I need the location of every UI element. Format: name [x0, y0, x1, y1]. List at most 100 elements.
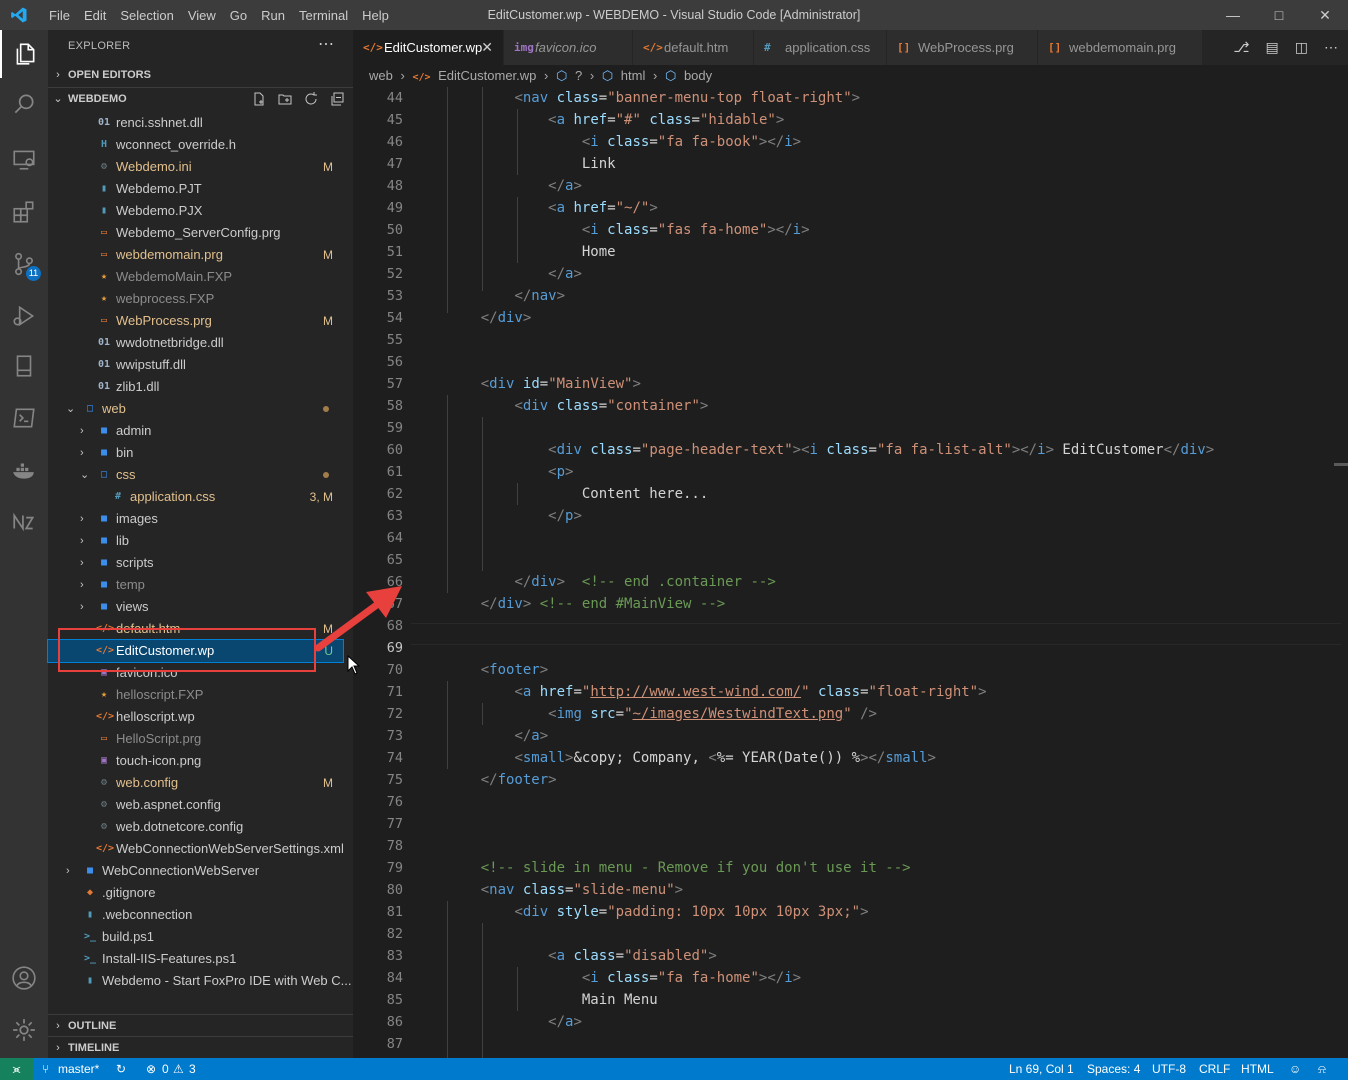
- tree-folder[interactable]: › ■ temp: [48, 574, 343, 596]
- docker-activity[interactable]: [0, 446, 48, 494]
- code-line[interactable]: Home: [447, 241, 1327, 263]
- code-line[interactable]: [447, 1033, 1327, 1055]
- code-line[interactable]: Main Menu: [447, 989, 1327, 1011]
- menu-run[interactable]: Run: [254, 8, 292, 23]
- code-line[interactable]: <small>&copy; Company, <%= YEAR(Date()) …: [447, 747, 1327, 769]
- code-line[interactable]: [447, 637, 1327, 659]
- tree-file[interactable]: </> helloscript.wp: [48, 706, 343, 728]
- breadcrumb-symbol-unknown[interactable]: ?: [575, 68, 582, 83]
- code-line[interactable]: [447, 791, 1327, 813]
- code-line[interactable]: <nav class="banner-menu-top float-right"…: [447, 87, 1327, 109]
- tree-file[interactable]: ▭ webdemomain.prg M: [48, 244, 343, 266]
- tree-folder[interactable]: › ■ scripts: [48, 552, 343, 574]
- chevron-down-icon[interactable]: ⌄: [80, 464, 90, 486]
- indentation[interactable]: Spaces: 4: [1087, 1058, 1140, 1080]
- code-line[interactable]: <i class="fa fa-home"></i>: [447, 967, 1327, 989]
- menu-view[interactable]: View: [181, 8, 223, 23]
- tab-webprocess-prg[interactable]: [] WebProcess.prg: [887, 30, 1038, 65]
- code-line[interactable]: [447, 549, 1327, 571]
- tree-folder[interactable]: ⌄ □ web: [48, 398, 343, 420]
- code-line[interactable]: </a>: [447, 725, 1327, 747]
- code-line[interactable]: Content here...: [447, 483, 1327, 505]
- menu-go[interactable]: Go: [223, 8, 254, 23]
- tree-folder[interactable]: › ■ views: [48, 596, 343, 618]
- new-folder-icon[interactable]: [277, 91, 293, 107]
- sync-icon[interactable]: ↻: [116, 1058, 126, 1080]
- search-activity[interactable]: [0, 80, 48, 128]
- menu-edit[interactable]: Edit: [77, 8, 113, 23]
- code-line[interactable]: </a>: [447, 1011, 1327, 1033]
- tree-folder[interactable]: ⌄ □ css: [48, 464, 343, 486]
- tree-file[interactable]: ▮ Webdemo.PJX: [48, 200, 343, 222]
- minimize-button[interactable]: —: [1210, 0, 1256, 30]
- chevron-right-icon[interactable]: ›: [80, 420, 90, 442]
- tree-file[interactable]: ◆ .gitignore: [48, 882, 343, 904]
- code-line[interactable]: </div> <!-- end #MainView -->: [447, 593, 1327, 615]
- code-line[interactable]: </nav>: [447, 285, 1327, 307]
- explorer-activity[interactable]: [0, 30, 48, 78]
- chevron-right-icon[interactable]: ›: [80, 574, 90, 596]
- code-line[interactable]: [447, 835, 1327, 857]
- code-line[interactable]: </a>: [447, 175, 1327, 197]
- tree-file[interactable]: >_ Install-IIS-Features.ps1: [48, 948, 343, 970]
- split-editor-icon[interactable]: ◫: [1295, 39, 1308, 56]
- breadcrumb-html[interactable]: html: [621, 68, 646, 83]
- tree-file[interactable]: ▭ Webdemo_ServerConfig.prg: [48, 222, 343, 244]
- code-line[interactable]: [447, 329, 1327, 351]
- tree-file[interactable]: 01 zlib1.dll: [48, 376, 343, 398]
- tree-file[interactable]: ▮ Webdemo.PJT: [48, 178, 343, 200]
- tree-folder[interactable]: › ■ bin: [48, 442, 343, 464]
- encoding[interactable]: UTF-8: [1152, 1058, 1186, 1080]
- menu-file[interactable]: File: [42, 8, 77, 23]
- code-line[interactable]: </div>: [447, 307, 1327, 329]
- chevron-right-icon[interactable]: ›: [66, 860, 76, 882]
- breadcrumb-file[interactable]: EditCustomer.wp: [438, 68, 536, 83]
- tab-favicon-ico[interactable]: img favicon.ico: [504, 30, 633, 65]
- remote-indicator[interactable]: ⪤: [0, 1058, 33, 1080]
- code-line[interactable]: </a>: [447, 263, 1327, 285]
- code-line[interactable]: <div id="MainView">: [447, 373, 1327, 395]
- tab-editcustomer-wp[interactable]: </> EditCustomer.wp ✕: [353, 30, 504, 65]
- outline-section[interactable]: › OUTLINE: [48, 1014, 353, 1037]
- tree-file[interactable]: ▣ touch-icon.png: [48, 750, 343, 772]
- chevron-right-icon[interactable]: ›: [80, 552, 90, 574]
- extensions-activity[interactable]: [0, 188, 48, 236]
- settings-activity[interactable]: [0, 1006, 48, 1054]
- code-line[interactable]: <nav class="slide-menu">: [447, 879, 1327, 901]
- code-line[interactable]: <i class="fa fa-book"></i>: [447, 131, 1327, 153]
- tab-webdemomain-prg[interactable]: [] webdemomain.prg: [1038, 30, 1203, 65]
- source-control-activity[interactable]: 11: [0, 240, 48, 288]
- extension-n-activity[interactable]: [0, 498, 48, 546]
- language-mode[interactable]: HTML: [1241, 1058, 1274, 1080]
- tree-file[interactable]: ★ helloscript.FXP: [48, 684, 343, 706]
- tree-file[interactable]: ★ webprocess.FXP: [48, 288, 343, 310]
- code-line[interactable]: <i class="fas fa-home"></i>: [447, 219, 1327, 241]
- code-line[interactable]: [447, 923, 1327, 945]
- run-debug-activity[interactable]: [0, 292, 48, 340]
- more-actions-icon[interactable]: ⋯: [318, 34, 334, 54]
- code-line[interactable]: Link: [447, 153, 1327, 175]
- code-line[interactable]: [447, 417, 1327, 439]
- more-actions-icon[interactable]: ⋯: [1324, 39, 1338, 56]
- code-line[interactable]: <p>: [447, 461, 1327, 483]
- open-changes-icon[interactable]: ⎇: [1233, 39, 1249, 56]
- bell-icon[interactable]: ⍾: [1318, 1058, 1326, 1080]
- tree-file[interactable]: ⚙ Webdemo.ini M: [48, 156, 343, 178]
- tree-folder[interactable]: › ■ admin: [48, 420, 343, 442]
- code-line[interactable]: [447, 615, 1327, 637]
- code-line[interactable]: <a href="http://www.west-wind.com/" clas…: [447, 681, 1327, 703]
- remote-explorer-activity[interactable]: [0, 135, 48, 183]
- warning-count[interactable]: 3: [189, 1058, 196, 1080]
- cursor-position[interactable]: Ln 69, Col 1: [1009, 1058, 1074, 1080]
- device-activity[interactable]: [0, 342, 48, 390]
- code-line[interactable]: </footer>: [447, 769, 1327, 791]
- tree-file[interactable]: Hwconnect_override.h: [48, 134, 343, 156]
- error-count[interactable]: 0: [162, 1058, 169, 1080]
- close-tab-icon[interactable]: ✕: [481, 30, 493, 65]
- tree-file[interactable]: ▭ WebProcess.prg M: [48, 310, 343, 332]
- tree-file[interactable]: ⚙ web.aspnet.config: [48, 794, 343, 816]
- tree-file[interactable]: 01 renci.sshnet.dll: [48, 112, 343, 134]
- menu-help[interactable]: Help: [355, 8, 396, 23]
- code-line[interactable]: </p>: [447, 505, 1327, 527]
- refresh-icon[interactable]: [303, 91, 319, 107]
